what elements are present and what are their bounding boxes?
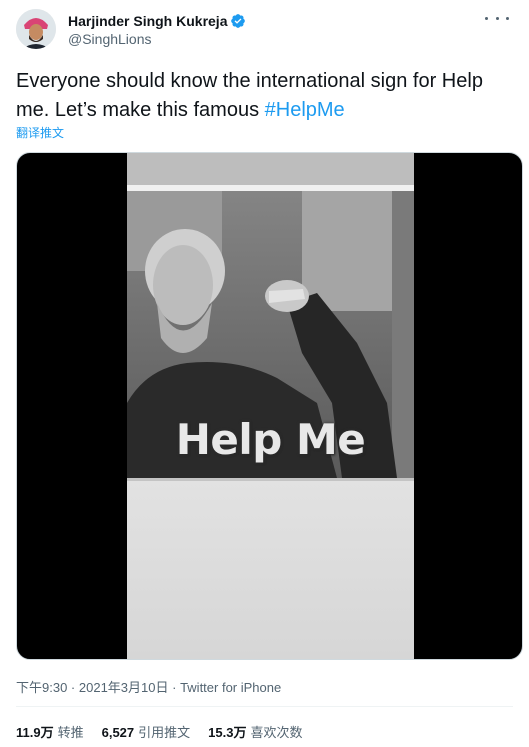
- retweets-count: 11.9万: [16, 725, 54, 740]
- likes-stat[interactable]: 15.3万 喜欢次数: [208, 722, 302, 741]
- retweets-stat[interactable]: 11.9万 转推: [16, 722, 84, 741]
- hashtag-link[interactable]: #HelpMe: [265, 99, 345, 121]
- retweets-label: 转推: [57, 725, 84, 740]
- video-caption: Help Me: [175, 415, 366, 464]
- video-still-image: [127, 153, 414, 659]
- video-player[interactable]: Help Me: [16, 152, 523, 660]
- avatar[interactable]: [16, 9, 56, 49]
- video-frame: Help Me: [127, 153, 414, 659]
- translate-tweet-link[interactable]: 翻译推文: [16, 124, 64, 141]
- tweet-meta: 下午9:30 · 2021年3月10日 · Twitter for iPhone: [16, 680, 282, 695]
- tweet-source[interactable]: Twitter for iPhone: [180, 680, 281, 695]
- author-name-row[interactable]: Harjinder Singh Kukreja: [68, 13, 246, 29]
- tweet-stats: 11.9万 转推 6,527 引用推文 15.3万 喜欢次数: [16, 722, 321, 741]
- tweet-text: Everyone should know the international s…: [16, 67, 516, 125]
- author-handle[interactable]: @SinghLions: [68, 31, 152, 47]
- divider: [16, 706, 513, 707]
- quotes-count: 6,527: [101, 725, 135, 740]
- likes-count: 15.3万: [208, 725, 247, 740]
- quotes-label: 引用推文: [138, 725, 191, 740]
- likes-label: 喜欢次数: [250, 725, 303, 740]
- tweet-time[interactable]: 下午9:30: [16, 680, 67, 695]
- author-name[interactable]: Harjinder Singh Kukreja: [68, 13, 227, 29]
- more-options-icon[interactable]: [485, 10, 509, 26]
- verified-badge-icon: [230, 13, 246, 29]
- tweet-date[interactable]: 2021年3月10日: [79, 680, 169, 695]
- tweet-body: Everyone should know the international s…: [16, 70, 483, 121]
- quotes-stat[interactable]: 6,527 引用推文: [102, 722, 191, 741]
